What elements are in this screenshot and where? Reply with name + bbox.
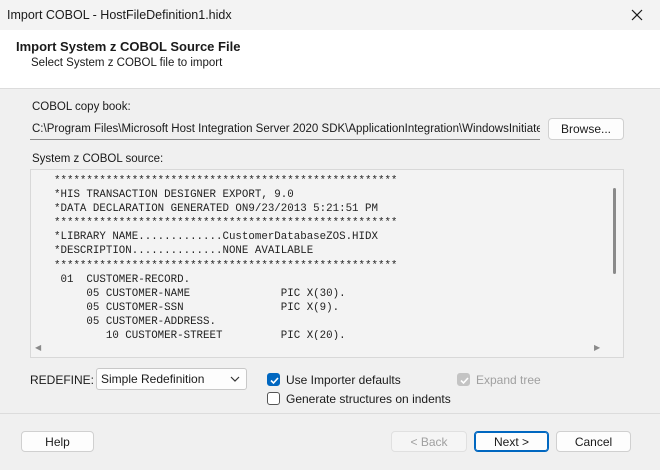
source-line: 05 CUSTOMER-ADDRESS. xyxy=(54,315,216,328)
source-line: *DATA DECLARATION GENERATED ON9/23/2013 … xyxy=(54,203,378,216)
next-button[interactable]: Next > xyxy=(474,431,549,452)
help-button[interactable]: Help xyxy=(21,431,94,452)
close-icon xyxy=(631,9,643,21)
source-line: *DESCRIPTION..............NONE AVAILABLE xyxy=(54,245,314,258)
redefine-select-value: Simple Redefinition xyxy=(101,372,205,386)
close-button[interactable] xyxy=(614,0,660,30)
source-line: *HIS TRANSACTION DESIGNER EXPORT, 9.0 xyxy=(54,189,294,202)
generate-structures-checkbox[interactable] xyxy=(267,392,280,405)
check-icon xyxy=(270,377,279,385)
redefine-select[interactable]: Simple Redefinition xyxy=(96,368,247,390)
page-subtitle: Select System z COBOL file to import xyxy=(31,57,223,69)
use-importer-defaults-checkbox[interactable] xyxy=(267,373,280,386)
expand-tree-checkbox[interactable] xyxy=(457,373,470,386)
browse-button[interactable]: Browse... xyxy=(548,118,624,140)
source-viewer[interactable]: ****************************************… xyxy=(30,169,624,358)
source-line: *LIBRARY NAME.............CustomerDataba… xyxy=(54,231,378,244)
copybook-path-field[interactable]: C:\Program Files\Microsoft Host Integrat… xyxy=(30,118,540,140)
title-bar: Import COBOL - HostFileDefinition1.hidx xyxy=(0,0,660,30)
scroll-left-icon[interactable]: ◀ xyxy=(35,343,41,352)
vertical-scroll-thumb[interactable] xyxy=(613,188,616,274)
expand-tree-label[interactable]: Expand tree xyxy=(476,373,541,387)
source-line: 05 CUSTOMER-NAME PIC X(30). xyxy=(54,287,346,300)
source-line: 05 CUSTOMER-SSN PIC X(9). xyxy=(54,301,340,314)
source-label: System z COBOL source: xyxy=(32,153,164,165)
back-button[interactable]: < Back xyxy=(391,431,467,452)
redefine-label: REDEFINE: xyxy=(30,373,95,387)
source-line: ****************************************… xyxy=(54,259,398,272)
source-code: ****************************************… xyxy=(31,170,606,340)
source-line: ****************************************… xyxy=(54,217,398,230)
generate-structures-label[interactable]: Generate structures on indents xyxy=(286,392,451,406)
page-title: Import System z COBOL Source File xyxy=(16,39,241,54)
cancel-button[interactable]: Cancel xyxy=(556,431,631,452)
source-line: ****************************************… xyxy=(54,175,398,187)
check-icon xyxy=(460,377,469,385)
source-line: 01 CUSTOMER-RECORD. xyxy=(54,273,191,286)
copybook-label: COBOL copy book: xyxy=(32,101,131,113)
scroll-right-icon[interactable]: ▶ xyxy=(594,343,600,352)
vertical-scrollbar[interactable] xyxy=(605,170,623,340)
window-title: Import COBOL - HostFileDefinition1.hidx xyxy=(7,8,232,22)
footer-divider xyxy=(0,413,660,414)
wizard-header: Import System z COBOL Source File Select… xyxy=(0,30,660,89)
use-importer-defaults-label[interactable]: Use Importer defaults xyxy=(286,373,401,387)
chevron-down-icon xyxy=(230,376,240,382)
horizontal-scrollbar[interactable]: ◀ ▶ xyxy=(31,339,623,357)
